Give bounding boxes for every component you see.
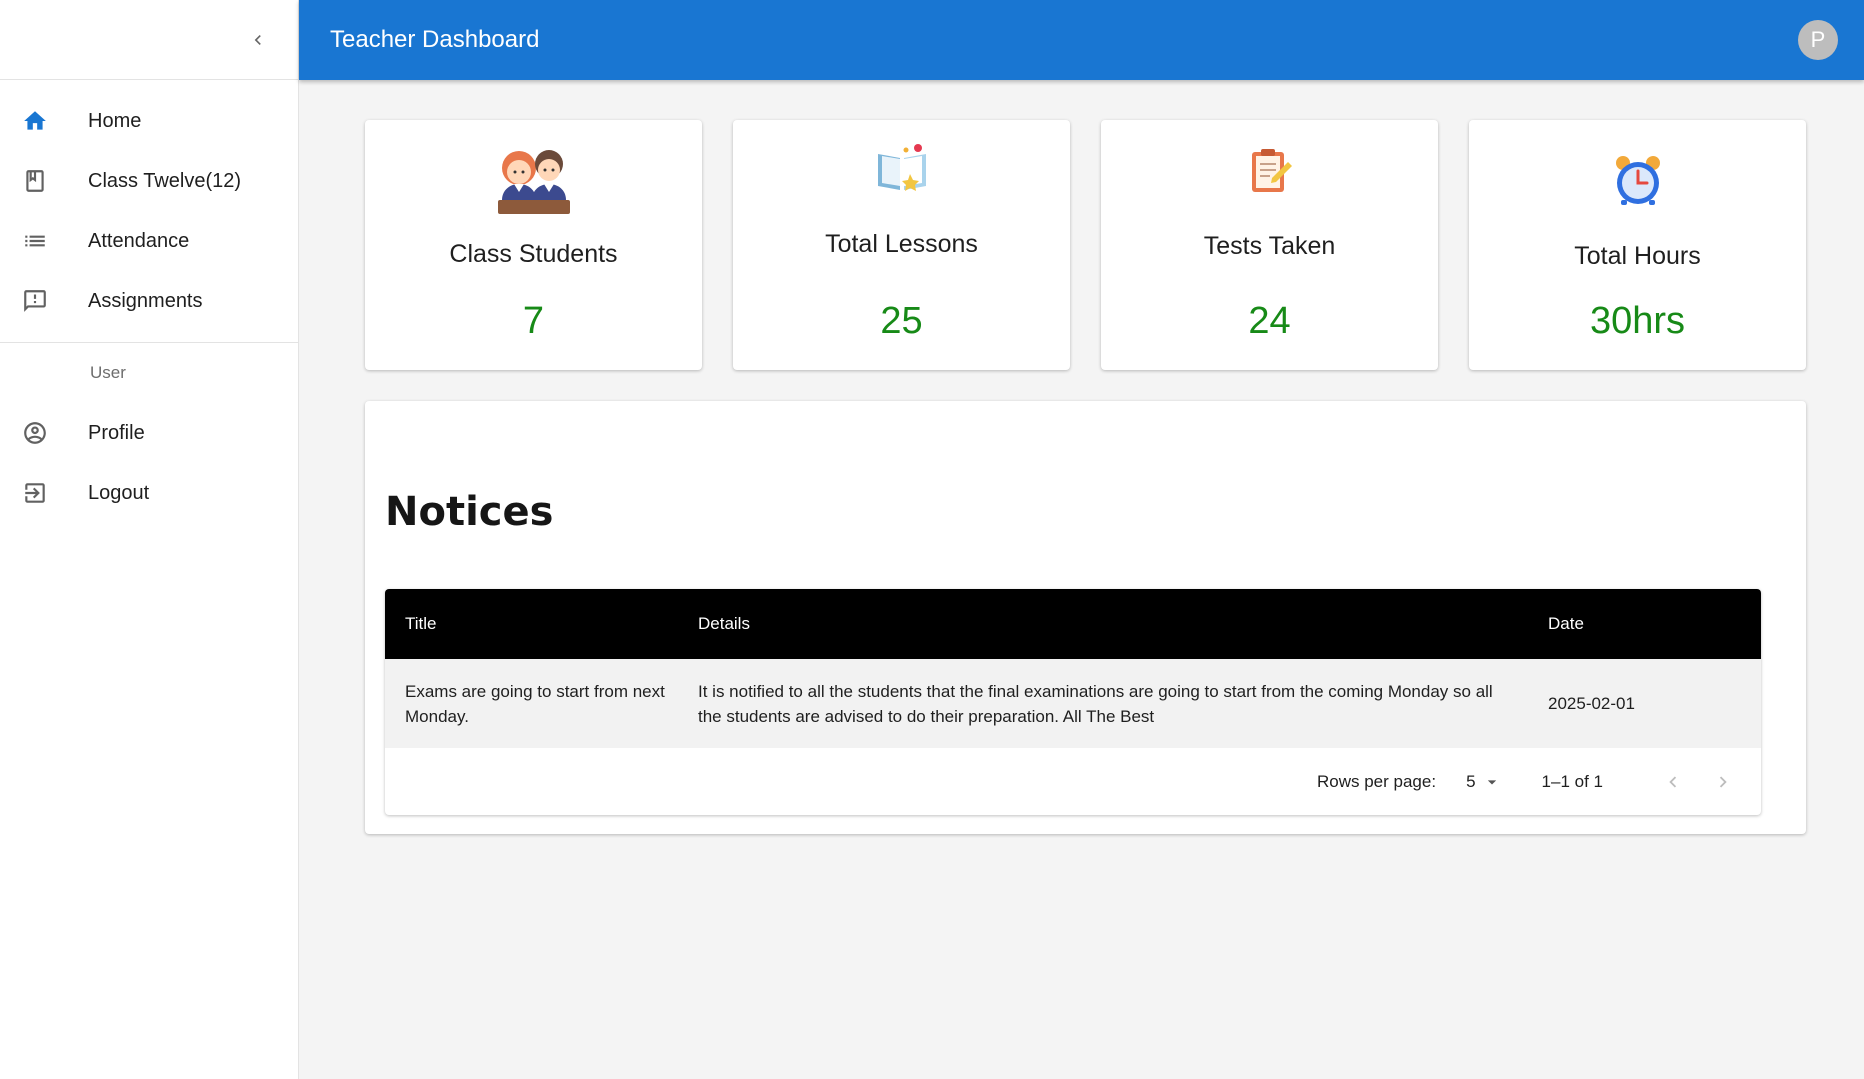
chevron-left-icon xyxy=(1669,776,1677,787)
table-row[interactable]: Exams are going to start from next Monda… xyxy=(385,659,1761,748)
sidebar-item-class-twelve[interactable]: Class Twelve(12) xyxy=(0,151,298,211)
feedback-icon xyxy=(22,288,48,314)
stat-card-total-lessons: Total Lessons 25 xyxy=(733,120,1070,370)
sidebar-item-label: Class Twelve(12) xyxy=(88,169,242,192)
collapse-sidebar-button[interactable] xyxy=(240,22,276,58)
page-title: Teacher Dashboard xyxy=(330,26,540,53)
chevron-right-icon xyxy=(1719,776,1727,787)
table-pagination: Rows per page: 5 1–1 of 1 xyxy=(385,748,1761,815)
stat-label: Total Lessons xyxy=(825,230,978,258)
logout-icon xyxy=(22,480,48,506)
table-header: Title Details Date xyxy=(385,589,1761,659)
sidebar-item-logout[interactable]: Logout xyxy=(0,463,298,523)
notice-details-cell: It is notified to all the students that … xyxy=(698,681,1493,726)
class-book-icon xyxy=(22,168,48,194)
sidebar-item-label: Logout xyxy=(88,481,150,504)
previous-page-button[interactable] xyxy=(1655,764,1691,800)
notices-table: Title Details Date Exams are going to st… xyxy=(385,589,1761,815)
stat-label: Tests Taken xyxy=(1203,232,1336,260)
rows-per-page-value: 5 xyxy=(1466,771,1476,791)
user-nav: Profile Logout xyxy=(0,403,298,523)
sidebar-item-profile[interactable]: Profile xyxy=(0,403,298,463)
caret-down-icon xyxy=(1487,779,1496,784)
pagination-range: 1–1 of 1 xyxy=(1541,771,1603,791)
rows-per-page-label: Rows per page: xyxy=(1317,771,1437,791)
main-nav: Home Class Twelve(12) Attendance Assignm… xyxy=(0,80,298,343)
sidebar-header xyxy=(0,0,298,80)
account-circle-icon xyxy=(22,420,48,446)
sidebar-item-label: Assignments xyxy=(88,289,203,312)
stat-value: 24 xyxy=(1248,300,1291,342)
home-icon xyxy=(22,108,48,134)
sidebar-item-label: Attendance xyxy=(88,229,190,252)
notice-title-cell: Exams are going to start from next Monda… xyxy=(405,681,665,726)
user-section-header: User xyxy=(90,363,126,382)
stat-cards: Class Students 7 Total Lessons 25 Tests … xyxy=(365,120,1806,370)
stat-label: Total Hours xyxy=(1574,242,1701,270)
stat-value: 25 xyxy=(880,300,923,342)
stat-card-total-hours: Total Hours 30hrs xyxy=(1469,120,1806,370)
sidebar-item-label: Profile xyxy=(88,421,145,444)
sidebar: Home Class Twelve(12) Attendance Assignm… xyxy=(0,0,299,1079)
sidebar-item-label: Home xyxy=(88,109,142,132)
avatar[interactable]: P xyxy=(1798,20,1838,60)
notices-card: Notices Title Details Date Exams are goi… xyxy=(365,401,1806,834)
app-bar: Teacher Dashboard P xyxy=(299,0,1864,80)
open-book-illustration xyxy=(733,142,1070,194)
sidebar-item-home[interactable]: Home xyxy=(0,91,298,151)
stat-card-tests-taken: Tests Taken 24 xyxy=(1101,120,1438,370)
list-icon xyxy=(22,228,48,254)
column-header-title[interactable]: Title xyxy=(385,614,698,634)
stat-card-class-students: Class Students 7 xyxy=(365,120,702,370)
main-content: Class Students 7 Total Lessons 25 Tests … xyxy=(299,80,1864,1079)
notice-date-cell: 2025-02-01 xyxy=(1548,694,1635,713)
column-header-date[interactable]: Date xyxy=(1548,614,1761,634)
chevron-left-icon xyxy=(254,35,261,45)
notices-title: Notices xyxy=(385,489,554,535)
clipboard-illustration xyxy=(1101,146,1438,194)
column-header-details[interactable]: Details xyxy=(698,614,1548,634)
rows-per-page-select[interactable]: 5 xyxy=(1466,772,1501,792)
stat-value: 30hrs xyxy=(1589,300,1686,342)
next-page-button[interactable] xyxy=(1705,764,1741,800)
sidebar-item-attendance[interactable]: Attendance xyxy=(0,211,298,271)
stat-value: 7 xyxy=(522,300,545,342)
alarm-clock-illustration xyxy=(1469,154,1806,206)
stat-label: Class Students xyxy=(449,240,618,268)
students-illustration xyxy=(365,138,702,222)
sidebar-item-assignments[interactable]: Assignments xyxy=(0,271,298,331)
